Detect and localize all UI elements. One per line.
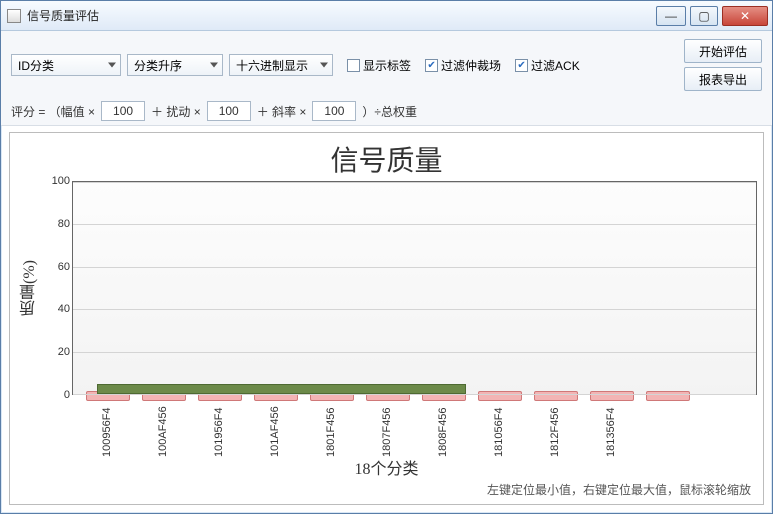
window-controls: — ▢ ✕ (656, 6, 768, 26)
y-axis-label: 质量(%) (18, 260, 42, 316)
slope-weight-input[interactable]: 100 (312, 101, 356, 121)
start-evaluate-label: 开始评估 (699, 43, 747, 60)
y-tick-label: 80 (58, 218, 70, 230)
titlebar: 信号质量评估 — ▢ ✕ (1, 1, 772, 31)
show-label-text: 显示标签 (363, 57, 411, 74)
jitter-weight-input[interactable]: 100 (207, 101, 251, 121)
gridline (73, 182, 756, 183)
chevron-down-icon (108, 63, 116, 68)
app-window: 信号质量评估 — ▢ ✕ ID分类 分类升序 十六进制显示 显示标签 ✔ 过滤仲… (0, 0, 773, 514)
classify-select-value: ID分类 (18, 57, 54, 74)
sort-select[interactable]: 分类升序 (127, 54, 223, 76)
x-tick: 1807F456 (359, 395, 415, 457)
classify-select[interactable]: ID分类 (11, 54, 121, 76)
y-ticks: 020406080100 (44, 181, 72, 395)
x-tick: 181356F4 (583, 395, 639, 457)
action-buttons: 开始评估 报表导出 (684, 39, 762, 91)
filter-ack-checkbox[interactable]: ✔ 过滤ACK (515, 57, 580, 74)
show-label-checkbox[interactable]: 显示标签 (347, 57, 411, 74)
formula-text: ＋ 扰动 × (151, 103, 201, 120)
chart-hint: 左键定位最小值，右键定位最大值，鼠标滚轮缩放 (16, 479, 757, 504)
x-tick: 1812F456 (527, 395, 583, 457)
h-scrollbar-thumb[interactable] (97, 384, 467, 394)
gridline (73, 224, 756, 225)
checkbox-box: ✔ (515, 59, 528, 72)
chevron-down-icon (210, 63, 218, 68)
toolbar: ID分类 分类升序 十六进制显示 显示标签 ✔ 过滤仲裁场 ✔ 过滤ACK 开始… (1, 31, 772, 126)
filter-arbitration-checkbox[interactable]: ✔ 过滤仲裁场 (425, 57, 501, 74)
x-tick-label: 1807F456 (381, 395, 393, 457)
x-tick-label: 1808F456 (437, 395, 449, 457)
x-tick: 181056F4 (471, 395, 527, 457)
chart-title: 信号质量 (16, 139, 757, 179)
checkbox-box: ✔ (425, 59, 438, 72)
formula-text: 评分 = （幅值 × (11, 103, 95, 120)
x-tick: 100AF456 (135, 395, 191, 457)
minimize-button[interactable]: — (656, 6, 686, 26)
h-scrollbar[interactable] (73, 384, 756, 394)
x-tick: 1808F456 (415, 395, 471, 457)
x-tick (639, 395, 695, 457)
y-tick-label: 40 (58, 303, 70, 315)
chart-panel: 信号质量 质量(%) 0 20 40 60 80 100 100956F4 100AF456… (9, 132, 764, 505)
x-tick-label: 100AF456 (157, 395, 169, 457)
amplitude-weight-input[interactable]: 100 (101, 101, 145, 121)
filter-arbitration-text: 过滤仲裁场 (441, 57, 501, 74)
display-select-value: 十六进制显示 (236, 57, 308, 74)
x-tick: 101956F4 (191, 395, 247, 457)
y-tick-label: 60 (58, 261, 70, 273)
export-report-label: 报表导出 (699, 71, 747, 88)
gridline (73, 309, 756, 310)
checkbox-box (347, 59, 360, 72)
x-tick-label: 1812F456 (549, 395, 561, 457)
sort-select-value: 分类升序 (134, 57, 182, 74)
gridline (73, 394, 756, 395)
y-tick-label: 100 (52, 175, 70, 187)
app-icon (7, 9, 21, 23)
bars-layer (73, 182, 756, 394)
x-tick: 101AF456 (247, 395, 303, 457)
formula-row: 评分 = （幅值 × 100 ＋ 扰动 × 100 ＋ 斜率 × 100 ）÷总… (11, 97, 762, 121)
plot-row: 质量(%) 020406080100 (16, 181, 757, 395)
formula-text: ）÷总权重 (362, 103, 417, 120)
x-ticks: 100956F4 100AF456 101956F4 101AF456 1801F456… (16, 395, 757, 457)
x-tick-label: 100956F4 (101, 395, 113, 457)
x-tick-label: 181056F4 (493, 395, 505, 457)
formula-text: ＋ 斜率 × (257, 103, 307, 120)
x-tick-label: 101956F4 (213, 395, 225, 457)
start-evaluate-button[interactable]: 开始评估 (684, 39, 762, 63)
display-select[interactable]: 十六进制显示 (229, 54, 333, 76)
x-tick-label: 181356F4 (605, 395, 617, 457)
gridline (73, 352, 756, 353)
maximize-button[interactable]: ▢ (690, 6, 718, 26)
x-tick-label: 1801F456 (325, 395, 337, 457)
filter-ack-text: 过滤ACK (531, 57, 580, 74)
close-button[interactable]: ✕ (722, 6, 768, 26)
chevron-down-icon (320, 63, 328, 68)
y-tick-label: 0 (64, 389, 70, 401)
x-tick: 100956F4 (79, 395, 135, 457)
export-report-button[interactable]: 报表导出 (684, 67, 762, 91)
x-tick-label: 101AF456 (269, 395, 281, 457)
y-tick-label: 20 (58, 346, 70, 358)
ylabel-col: 质量(%) (16, 181, 44, 395)
x-tick: 1801F456 (303, 395, 359, 457)
x-axis-label: 18个分类 (16, 455, 757, 479)
window-title: 信号质量评估 (27, 7, 656, 24)
gridline (73, 267, 756, 268)
plot-area[interactable] (72, 181, 757, 395)
